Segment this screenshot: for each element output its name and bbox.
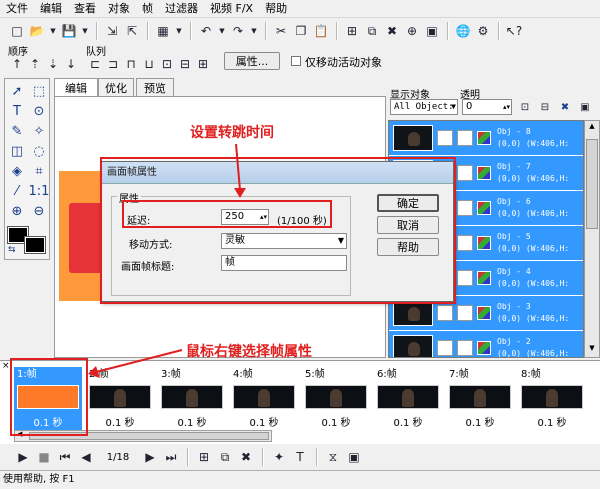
arrow-to-delay xyxy=(235,143,241,191)
arrow-head xyxy=(234,188,246,198)
arrow-to-frame xyxy=(95,349,183,373)
annotation-arrows xyxy=(88,143,246,378)
